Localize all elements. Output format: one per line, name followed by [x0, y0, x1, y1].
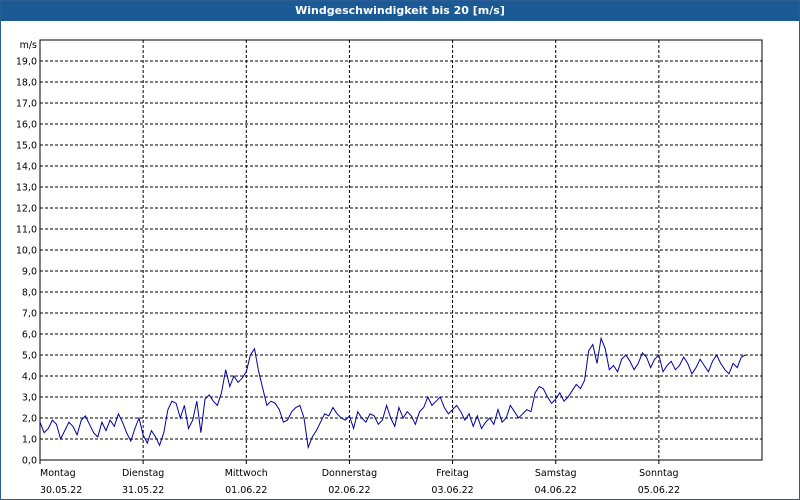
x-tick-date: 05.06.22 [638, 485, 680, 496]
x-tick-date: 01.06.22 [225, 485, 267, 496]
x-tick-day: Samstag [535, 468, 577, 479]
y-tick-label: 0,0 [22, 456, 37, 467]
x-tick-date: 02.06.22 [328, 485, 370, 496]
y-tick-label: 10,0 [16, 246, 37, 257]
y-tick-label: 9,0 [22, 267, 37, 278]
y-tick-label: 14,0 [16, 162, 37, 173]
y-tick-label: 7,0 [22, 309, 37, 320]
x-tick-day: Montag [40, 468, 76, 479]
wind-speed-chart: 0,0 1,0 2,0 3,0 4,0 5,0 6,0 7,0 8,0 9,0 10,0 11,0 12… [16, 39, 763, 496]
y-tick-label: 8,0 [22, 288, 37, 299]
y-tick-label: 1,0 [22, 435, 37, 446]
x-tick-day: Dienstag [122, 468, 164, 479]
y-tick-label: 19,0 [16, 57, 37, 68]
y-tick-label: 12,0 [16, 204, 37, 215]
x-tick-date: 03.06.22 [431, 485, 473, 496]
y-tick-label: 3,0 [22, 393, 37, 404]
x-tick-day: Donnerstag [322, 468, 377, 479]
x-tick-day: Freitag [436, 468, 469, 479]
x-tick-date: 04.06.22 [535, 485, 577, 496]
y-tick-label: 6,0 [22, 330, 37, 341]
y-axis-label: m/s [20, 40, 37, 51]
y-tick-label: 4,0 [22, 372, 37, 383]
x-tick-date: 31.05.22 [122, 485, 164, 496]
y-tick-label: 16,0 [16, 120, 37, 131]
x-tick-date: 30.05.22 [40, 485, 82, 496]
y-tick-label: 17,0 [16, 99, 37, 110]
y-tick-label: 5,0 [22, 351, 37, 362]
y-tick-label: 15,0 [16, 141, 37, 152]
x-tick-day: Sonntag [639, 468, 678, 479]
y-tick-label: 11,0 [16, 225, 37, 236]
y-tick-label: 18,0 [16, 78, 37, 89]
x-tick-day: Mittwoch [225, 468, 268, 479]
y-tick-label: 13,0 [16, 183, 37, 194]
y-tick-label: 2,0 [22, 414, 37, 425]
